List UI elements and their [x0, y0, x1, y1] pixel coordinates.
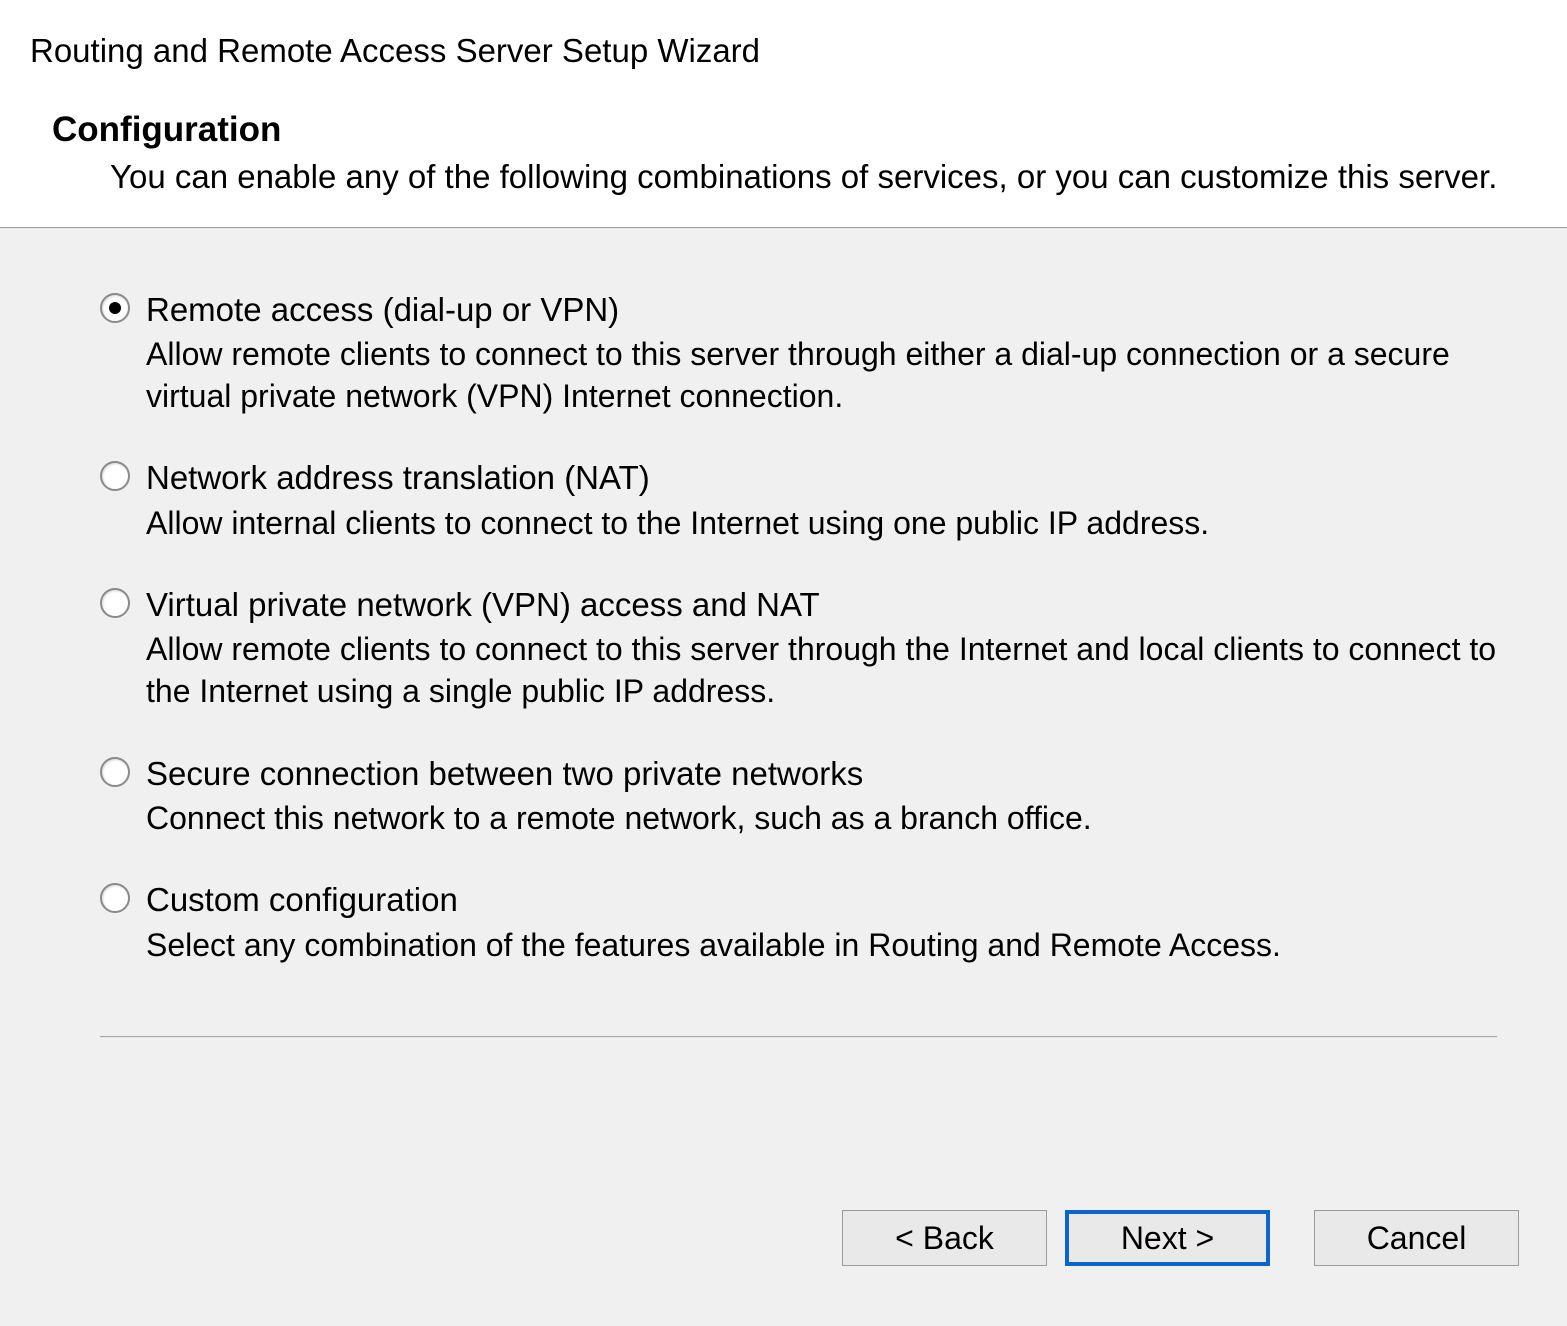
- option-description: Connect this network to a remote network…: [146, 798, 1497, 840]
- option-description: Select any combination of the features a…: [146, 925, 1497, 967]
- option-label[interactable]: Secure connection between two private ne…: [146, 753, 1497, 794]
- radio-vpn-nat[interactable]: [100, 588, 132, 620]
- radio-nat[interactable]: [100, 461, 132, 493]
- option-custom: Custom configuration Select any combinat…: [100, 879, 1497, 966]
- content-divider: [100, 1036, 1497, 1038]
- option-secure-connection: Secure connection between two private ne…: [100, 753, 1497, 840]
- options-area: Remote access (dial-up or VPN) Allow rem…: [0, 229, 1567, 1170]
- window-title: Routing and Remote Access Server Setup W…: [0, 0, 1567, 80]
- page-description: You can enable any of the following comb…: [50, 156, 1517, 199]
- back-button[interactable]: < Back: [842, 1210, 1047, 1266]
- cancel-button[interactable]: Cancel: [1314, 1210, 1519, 1266]
- option-label[interactable]: Custom configuration: [146, 879, 1497, 920]
- option-nat: Network address translation (NAT) Allow …: [100, 457, 1497, 544]
- radio-secure-connection[interactable]: [100, 757, 132, 789]
- wizard-button-row: < Back Next > Cancel: [0, 1170, 1567, 1326]
- next-button[interactable]: Next >: [1065, 1210, 1270, 1266]
- option-label[interactable]: Network address translation (NAT): [146, 457, 1497, 498]
- radio-custom[interactable]: [100, 883, 132, 915]
- wizard-window: Routing and Remote Access Server Setup W…: [0, 0, 1567, 1326]
- option-vpn-nat: Virtual private network (VPN) access and…: [100, 584, 1497, 712]
- option-label[interactable]: Virtual private network (VPN) access and…: [146, 584, 1497, 625]
- radio-remote-access[interactable]: [100, 293, 132, 325]
- option-description: Allow remote clients to connect to this …: [146, 334, 1497, 417]
- option-description: Allow internal clients to connect to the…: [146, 503, 1497, 545]
- option-label[interactable]: Remote access (dial-up or VPN): [146, 289, 1497, 330]
- option-remote-access: Remote access (dial-up or VPN) Allow rem…: [100, 289, 1497, 417]
- option-description: Allow remote clients to connect to this …: [146, 629, 1497, 712]
- page-heading: Configuration: [50, 110, 1517, 150]
- wizard-header: Configuration You can enable any of the …: [0, 80, 1567, 227]
